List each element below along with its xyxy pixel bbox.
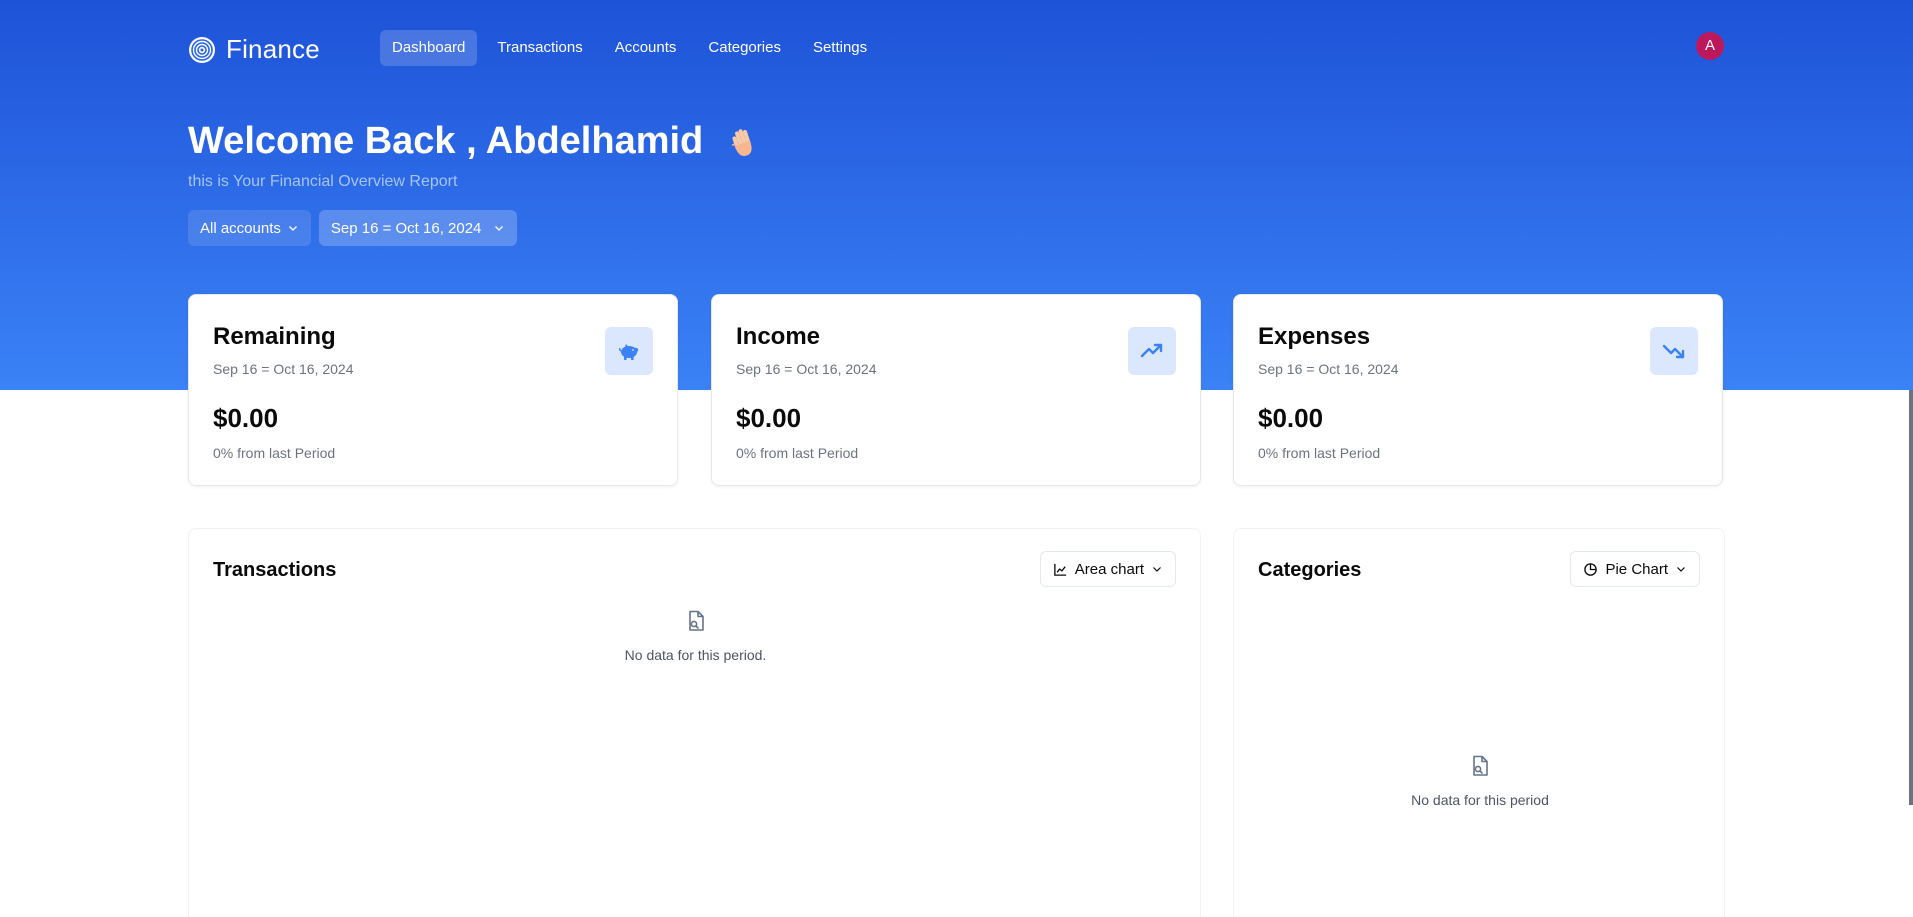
page-subtitle: this is Your Financial Overview Report xyxy=(188,173,458,190)
welcome-heading: Welcome Back , Abdelhamid xyxy=(188,120,761,163)
trending-down-icon xyxy=(1650,327,1698,375)
stat-card-income: Income Sep 16 = Oct 16, 2024 $0.00 0% fr… xyxy=(711,294,1201,486)
chevron-down-icon xyxy=(1677,567,1685,572)
filter-bar: All accounts Sep 16 = Oct 16, 2024 xyxy=(188,210,518,246)
card-change: 0% from last Period xyxy=(213,445,336,461)
nav-item-settings[interactable]: Settings xyxy=(801,30,879,66)
card-change: 0% from last Period xyxy=(736,445,859,461)
account-select-label: All accounts xyxy=(200,219,281,237)
app-name: Finance xyxy=(226,34,320,64)
page-title: Welcome Back , Abdelhamid xyxy=(188,120,704,162)
empty-state: No data for this period xyxy=(1234,754,1726,808)
card-title: Income xyxy=(736,323,821,350)
stat-card-remaining: Remaining Sep 16 = Oct 16, 2024 $0.00 0%… xyxy=(188,294,678,486)
card-amount: $0.00 xyxy=(1258,403,1324,433)
card-title: Expenses xyxy=(1258,323,1371,350)
nav-item-accounts[interactable]: Accounts xyxy=(603,30,689,66)
app-logo[interactable]: Finance xyxy=(188,34,320,65)
empty-message: No data for this period. xyxy=(624,647,767,663)
waving-hand-icon xyxy=(731,128,752,156)
card-date-range: Sep 16 = Oct 16, 2024 xyxy=(736,361,877,377)
trending-up-icon xyxy=(1128,327,1176,375)
categories-panel: Categories Pie Chart No data for this pe… xyxy=(1233,528,1725,917)
card-amount: $0.00 xyxy=(213,403,279,433)
page-scrollbar[interactable] xyxy=(1909,390,1913,805)
top-navbar: Finance Dashboard Transactions Accounts … xyxy=(0,0,1913,98)
panel-title: Categories xyxy=(1258,559,1362,581)
nav-item-transactions[interactable]: Transactions xyxy=(485,30,594,66)
card-title: Remaining xyxy=(213,323,336,350)
date-range-label: Sep 16 = Oct 16, 2024 xyxy=(330,219,482,237)
pie-chart-icon xyxy=(1584,562,1598,576)
nav-item-categories[interactable]: Categories xyxy=(696,30,793,66)
file-search-icon xyxy=(688,610,704,631)
main-nav: Dashboard Transactions Accounts Categori… xyxy=(380,30,879,66)
chart-type-label: Pie Chart xyxy=(1605,560,1668,578)
chevron-down-icon xyxy=(495,226,504,231)
chevron-down-icon xyxy=(288,226,297,231)
chart-type-select[interactable]: Area chart xyxy=(1039,551,1176,587)
empty-message: No data for this period xyxy=(1411,792,1549,808)
card-date-range: Sep 16 = Oct 16, 2024 xyxy=(1258,361,1399,377)
account-select[interactable]: All accounts xyxy=(188,210,311,246)
card-amount: $0.00 xyxy=(736,403,802,433)
card-date-range: Sep 16 = Oct 16, 2024 xyxy=(213,361,354,377)
empty-state: No data for this period. xyxy=(189,609,1202,663)
nav-item-dashboard[interactable]: Dashboard xyxy=(380,30,478,66)
panel-title: Transactions xyxy=(213,559,337,581)
card-change: 0% from last Period xyxy=(1258,445,1381,461)
user-avatar[interactable]: A xyxy=(1696,32,1724,60)
file-search-icon xyxy=(1473,755,1488,776)
date-range-picker[interactable]: Sep 16 = Oct 16, 2024 xyxy=(318,210,518,246)
logo-icon xyxy=(189,36,215,63)
area-chart-icon xyxy=(1054,563,1066,576)
stat-card-expenses: Expenses Sep 16 = Oct 16, 2024 $0.00 0% … xyxy=(1233,294,1723,486)
transactions-panel: Transactions Area chart No data for this… xyxy=(188,528,1201,917)
chart-type-label: Area chart xyxy=(1074,560,1144,578)
chevron-down-icon xyxy=(1153,567,1161,572)
chart-type-select[interactable]: Pie Chart xyxy=(1570,551,1700,587)
piggy-bank-icon xyxy=(605,327,653,375)
